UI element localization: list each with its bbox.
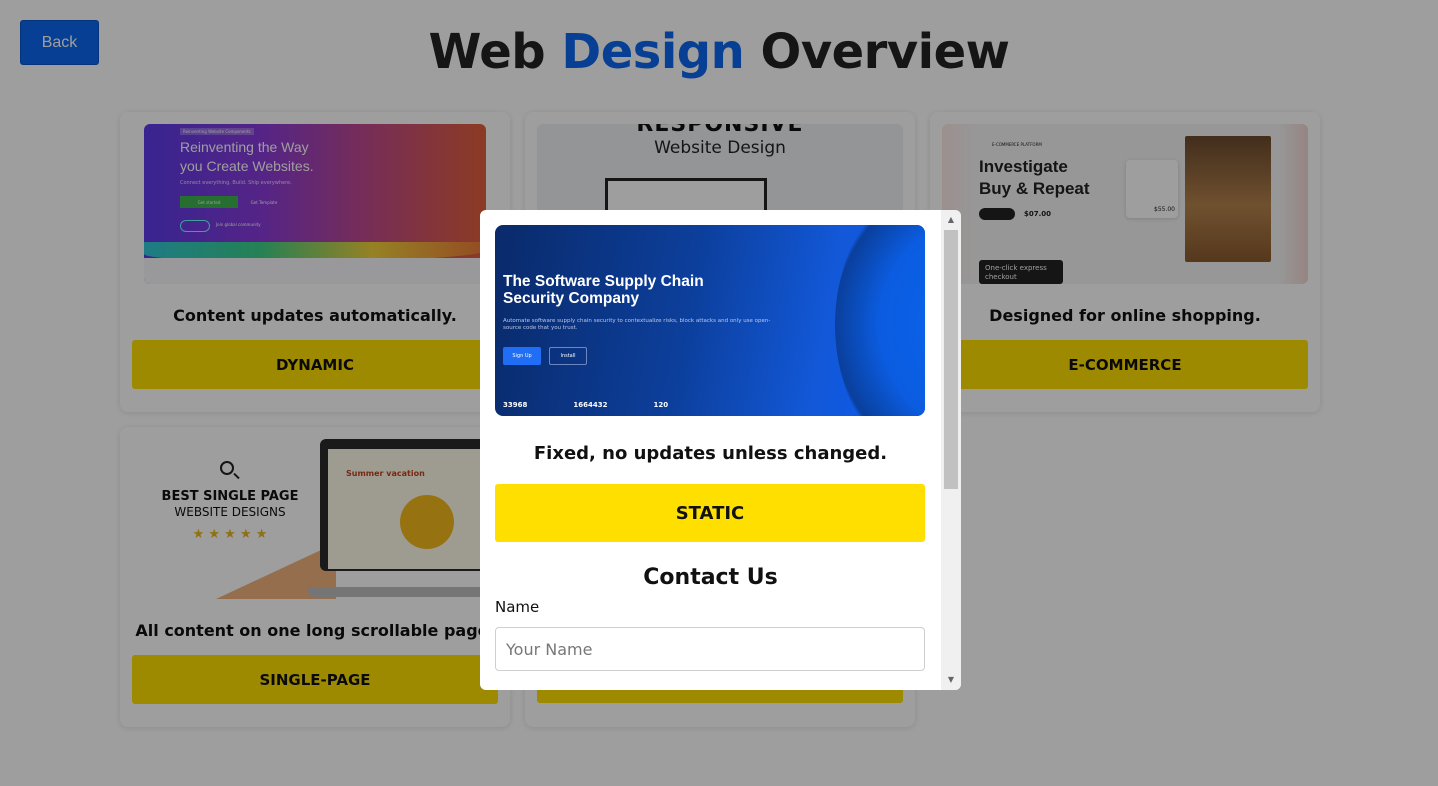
name-label: Name [495, 598, 540, 616]
static-thumb-sub: Automate software supply chain security … [503, 318, 771, 331]
contact-title: Contact Us [643, 565, 778, 590]
name-input[interactable] [495, 627, 925, 671]
static-thumb-install: Install [549, 347, 587, 365]
static-thumb-stat-2: 1664432 [573, 401, 608, 409]
static-button[interactable]: STATIC [495, 484, 925, 542]
modal-scrollbar[interactable]: ▲ ▼ [941, 210, 961, 690]
detail-modal: The Software Supply Chain Security Compa… [480, 210, 961, 690]
static-thumb-heading: The Software Supply Chain Security Compa… [503, 273, 704, 307]
scroll-down-arrow-icon[interactable]: ▼ [941, 672, 961, 688]
scrollbar-thumb[interactable] [944, 230, 958, 489]
static-thumb-stat-1: 33968 [503, 401, 528, 409]
modal-content: The Software Supply Chain Security Compa… [480, 210, 941, 690]
static-thumb-stat-3: 120 [653, 401, 669, 409]
static-description: Fixed, no updates unless changed. [533, 443, 888, 464]
static-thumbnail: The Software Supply Chain Security Compa… [495, 225, 925, 416]
static-thumb-ring [835, 225, 925, 416]
static-thumb-stats: 33968 1664432 120 [503, 401, 668, 409]
scroll-up-arrow-icon[interactable]: ▲ [941, 212, 961, 228]
static-thumb-signup: Sign Up [503, 347, 541, 365]
